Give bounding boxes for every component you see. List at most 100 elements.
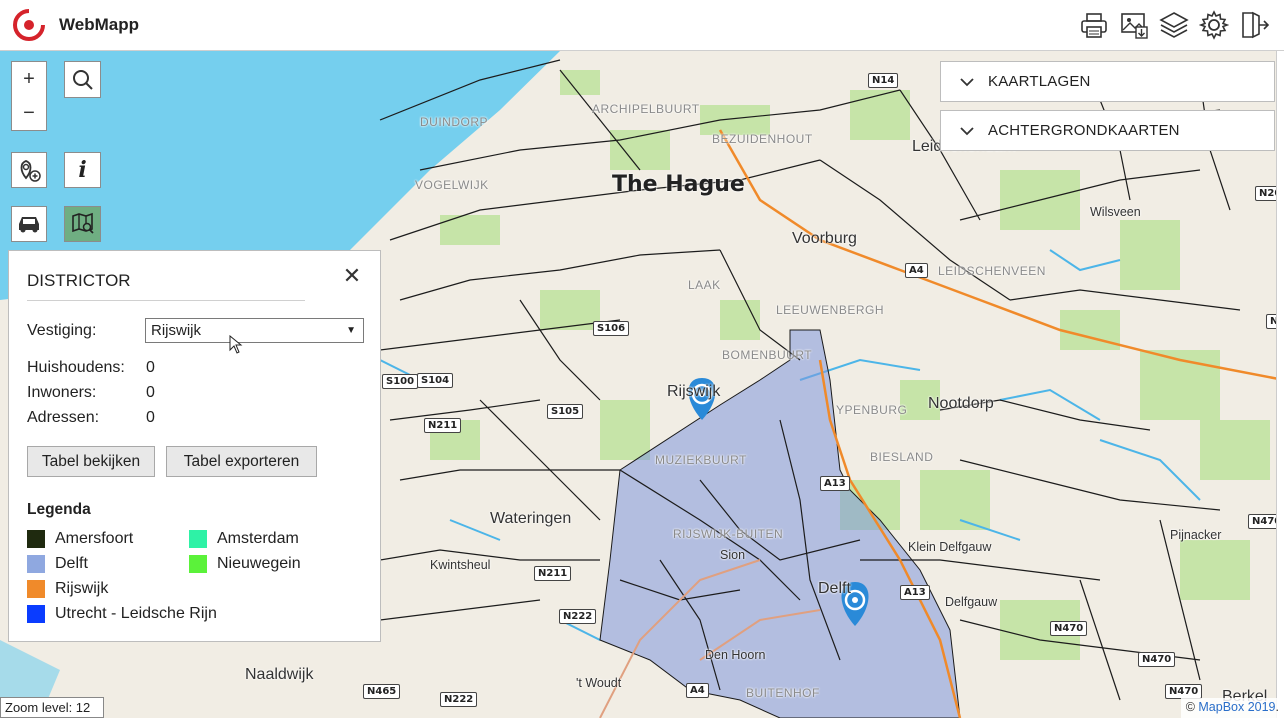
attribution-suffix: .: [1275, 700, 1279, 714]
search-button[interactable]: [64, 61, 101, 98]
road-shield: A4: [686, 683, 709, 698]
map-place-label: BOMENBUURT: [722, 348, 813, 362]
legend-item: Rijswijk: [27, 580, 108, 598]
road-shield: N222: [559, 609, 597, 624]
huishoudens-value: 0: [146, 359, 155, 376]
road-shield: N470: [1050, 621, 1088, 636]
close-button[interactable]: ✕: [342, 265, 362, 287]
map-place-label: Wilsveen: [1090, 205, 1141, 219]
map-place-label: BIESLAND: [870, 450, 934, 464]
map-place-label: Delfgauw: [945, 595, 998, 609]
map-place-label: Den Hoorn: [705, 648, 766, 662]
legend-item: Utrecht - Leidsche Rijn: [27, 605, 217, 623]
settings-button[interactable]: [1198, 8, 1230, 42]
legend-item: Amsterdam: [189, 530, 299, 548]
app-title: WebMapp: [59, 15, 139, 34]
legend-item: Delft: [27, 555, 88, 573]
legend-item: Amersfoort: [27, 530, 133, 548]
road-shield: S105: [547, 404, 584, 419]
chevron-down-icon: [960, 126, 974, 135]
divider: [27, 300, 305, 301]
chevron-down-icon: [960, 77, 974, 86]
map-place-label: 't Woudt: [576, 676, 622, 690]
view-table-button[interactable]: Tabel bekijken: [27, 446, 155, 477]
zoom-out-button[interactable]: −: [12, 96, 46, 130]
legend-swatch: [27, 605, 45, 623]
legend-item: Nieuwegein: [189, 555, 301, 573]
attribution-prefix: ©: [1185, 700, 1199, 714]
webmapp-logo-icon: [13, 8, 46, 41]
map-place-label: BEZUIDENHOUT: [712, 132, 813, 146]
map-place-label: Rijswijk: [667, 383, 721, 400]
legend-swatch: [27, 555, 45, 573]
road-shield: N14: [868, 73, 899, 88]
legend-swatch: [27, 580, 45, 598]
map-place-label: Sion: [720, 548, 746, 562]
inwoners-value: 0: [146, 384, 155, 401]
map-place-label: Klein Delfgauw: [908, 540, 992, 554]
legend-label: Utrecht - Leidsche Rijn: [55, 605, 217, 622]
legend-title: Legenda: [27, 501, 91, 518]
road-shield: A4: [905, 263, 928, 278]
road-shield: N222: [440, 692, 478, 707]
settings-icon: [1199, 10, 1229, 40]
districtor-button[interactable]: [64, 206, 101, 242]
road-shield: A13: [900, 585, 930, 600]
legend-swatch: [27, 530, 45, 548]
road-shield: N211: [424, 418, 462, 433]
logout-button[interactable]: [1238, 8, 1270, 42]
export-image-button[interactable]: [1118, 8, 1150, 42]
road-shield: S104: [417, 373, 454, 388]
map-place-label: VOGELWIJK: [415, 178, 489, 192]
legend-label: Amersfoort: [55, 530, 134, 547]
info-button[interactable]: i: [64, 152, 101, 188]
info-icon: i: [78, 157, 87, 183]
layers-icon: [1159, 12, 1189, 38]
map-place-label: Voorburg: [792, 230, 857, 247]
road-shield: N470: [1165, 684, 1203, 699]
huishoudens-label: Huishoudens:: [27, 359, 125, 376]
map-place-label: Pijnacker: [1170, 528, 1222, 542]
map-place-label: LEIDSCHENVEEN: [938, 264, 1046, 278]
vestiging-label: Vestiging:: [27, 322, 97, 339]
map-place-label: MUZIEKBUURT: [655, 453, 747, 467]
road-shield: A13: [820, 476, 850, 491]
zoom-control: + −: [11, 61, 47, 131]
route-button[interactable]: [11, 206, 47, 242]
accordion-kaartlagen[interactable]: KAARTLAGEN: [940, 61, 1275, 102]
accordion-achtergrondkaarten[interactable]: ACHTERGRONDKAARTEN: [940, 110, 1275, 151]
car-icon: [19, 217, 39, 233]
map-place-label: ARCHIPELBUURT: [592, 102, 700, 116]
export-table-button[interactable]: Tabel exporteren: [166, 446, 317, 477]
mapbox-link[interactable]: MapBox 2019: [1198, 700, 1275, 714]
print-button[interactable]: [1078, 8, 1110, 42]
road-shield: S106: [593, 321, 630, 336]
road-shield: N211: [534, 566, 572, 581]
legend-label: Delft: [55, 555, 88, 572]
right-scrollbar[interactable]: [1276, 51, 1284, 718]
legend-swatch: [189, 555, 207, 573]
legend-label: Nieuwegein: [217, 555, 301, 572]
map-place-label: Kwintsheul: [430, 558, 491, 572]
map-place-label: Wateringen: [490, 510, 572, 527]
add-location-icon: [20, 160, 41, 182]
map-search-icon: [71, 212, 94, 234]
mouse-cursor-icon: [229, 335, 243, 354]
panel-title: DISTRICTOR: [27, 271, 131, 290]
map-place-label: RIJSWIJK-BUITEN: [673, 527, 784, 541]
add-location-button[interactable]: [11, 152, 47, 188]
road-shield: S100: [382, 374, 419, 389]
dropdown-arrow-icon: ▼: [346, 325, 356, 336]
map-place-label: LEEUWENBERGH: [776, 303, 885, 317]
vestiging-selected-value: Rijswijk: [151, 322, 201, 339]
zoom-in-button[interactable]: +: [12, 62, 46, 96]
adressen-label: Adressen:: [27, 409, 100, 426]
export-image-icon: [1121, 13, 1148, 39]
vestiging-select[interactable]: Rijswijk ▼: [145, 318, 364, 343]
zoom-level-indicator: Zoom level: 12: [0, 697, 104, 718]
map-place-label: BUITENHOF: [746, 686, 820, 700]
map-place-label: LAAK: [688, 278, 721, 292]
adressen-value: 0: [146, 409, 155, 426]
layers-button[interactable]: [1158, 8, 1190, 42]
legend-swatch: [189, 530, 207, 548]
